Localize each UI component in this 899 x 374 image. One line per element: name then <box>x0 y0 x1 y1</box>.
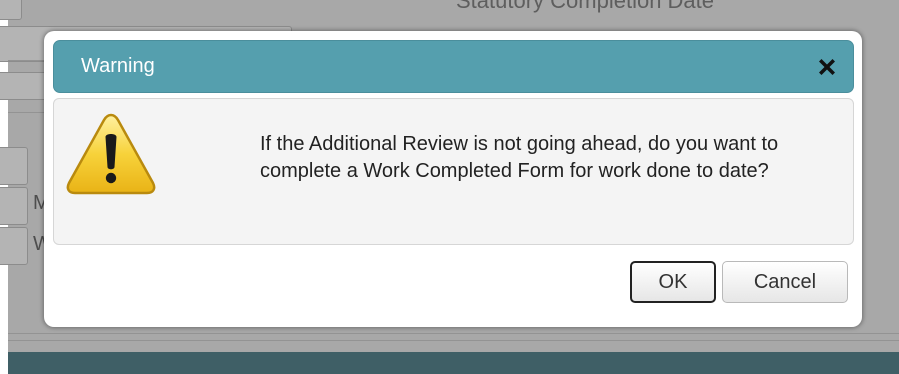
close-button[interactable] <box>815 55 839 79</box>
background-field <box>0 187 28 225</box>
warning-triangle-icon <box>66 113 156 195</box>
dialog-content: If the Additional Review is not going ah… <box>53 98 854 245</box>
background-divider <box>8 340 899 341</box>
close-icon <box>819 59 835 75</box>
cancel-button[interactable]: Cancel <box>722 261 848 303</box>
dialog-titlebar: Warning <box>53 40 854 93</box>
background-divider <box>8 60 48 61</box>
page: Statutory Completion Date M W Warning If… <box>0 0 899 374</box>
ok-button[interactable]: OK <box>630 261 716 303</box>
warning-dialog: Warning If the Additional Review is not … <box>44 31 862 327</box>
background-heading: Statutory Completion Date <box>456 0 715 13</box>
background-field <box>0 227 28 265</box>
background-divider <box>8 112 48 113</box>
background-divider <box>8 333 899 334</box>
dialog-message: If the Additional Review is not going ah… <box>260 133 779 182</box>
dialog-title: Warning <box>81 55 155 77</box>
background-footer-bar <box>8 352 899 374</box>
background-field <box>0 147 28 185</box>
background-checkbox <box>0 0 22 20</box>
